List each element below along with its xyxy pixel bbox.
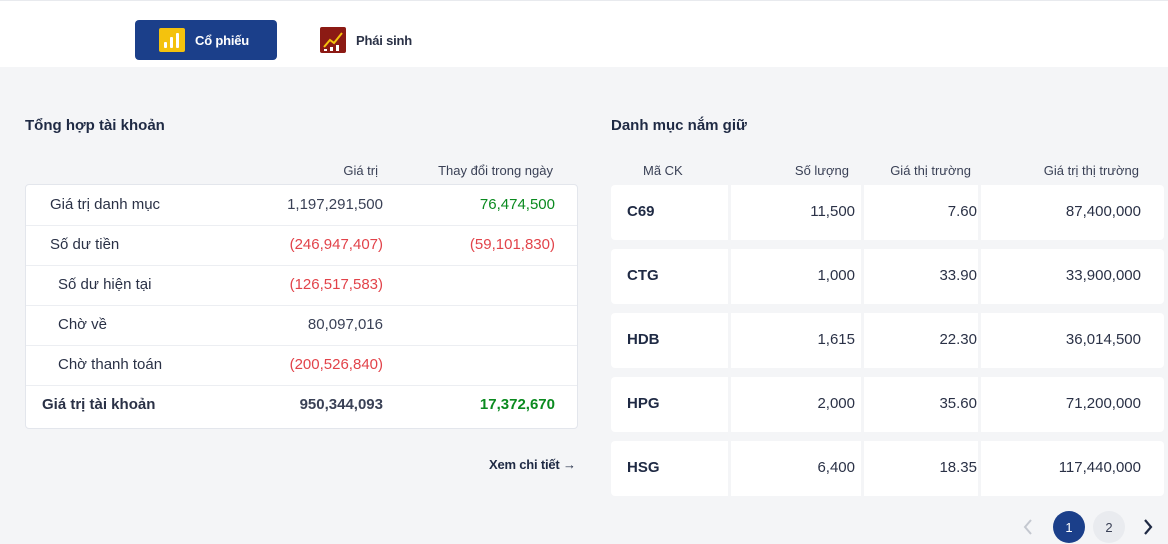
summary-col-change: Thay đổi trong ngày: [438, 163, 553, 178]
holdings-title: Danh mục nắm giữ: [611, 117, 747, 134]
row-label: Giá trị tài khoản: [42, 396, 156, 413]
tab-stocks-label: Cổ phiếu: [195, 32, 250, 48]
summary-row-cash-balance: Số dư tiền (246,947,407) (59,101,830): [26, 225, 577, 266]
holding-market-value: 87,400,000: [1065, 203, 1141, 220]
view-details-label: Xem chi tiết: [489, 457, 560, 472]
row-value: 80,097,016: [307, 316, 383, 333]
holding-price: 22.30: [939, 331, 977, 348]
holding-quantity: 6,400: [817, 459, 855, 476]
row-label: Số dư tiền: [50, 236, 120, 253]
arrow-right-icon: →: [563, 457, 576, 472]
holding-price: 18.35: [939, 459, 977, 476]
row-label: Giá trị danh mục: [50, 196, 161, 213]
tab-stocks[interactable]: Cổ phiếu: [135, 20, 277, 60]
row-label: Số dư hiện tại: [58, 276, 152, 293]
holdings-col-market-price: Giá thị trường: [890, 163, 971, 178]
chevron-right-icon: [1144, 519, 1153, 535]
holding-quantity: 2,000: [817, 395, 855, 412]
holding-row[interactable]: HSG 6,400 18.35 117,440,000: [611, 441, 1164, 496]
page-button-2[interactable]: 2: [1093, 511, 1125, 543]
summary-row-pending-payment: Chờ thanh toán (200,526,840): [26, 345, 577, 386]
holdings-col-quantity: Số lượng: [794, 163, 849, 178]
holding-symbol: HSG: [627, 459, 660, 476]
row-change: 76,474,500: [479, 196, 555, 213]
view-details-link[interactable]: Xem chi tiết →: [489, 457, 576, 472]
top-tab-bar: Cổ phiếu Phái sinh: [0, 0, 1168, 67]
row-change: 17,372,670: [479, 396, 555, 413]
holding-price: 7.60: [947, 203, 977, 220]
holding-symbol: C69: [627, 203, 655, 220]
summary-title: Tổng hợp tài khoản: [25, 117, 165, 134]
tab-derivatives[interactable]: Phái sinh: [320, 20, 412, 60]
holdings-col-market-value: Giá trị thị trường: [1043, 163, 1139, 178]
holding-symbol: HPG: [627, 395, 660, 412]
summary-row-portfolio-value: Giá trị danh mục 1,197,291,500 76,474,50…: [26, 185, 577, 226]
holdings-col-symbol: Mã CK: [643, 163, 683, 178]
prev-page-button[interactable]: [1022, 518, 1034, 541]
holding-quantity: 1,615: [817, 331, 855, 348]
summary-row-account-value: Giá trị tài khoản 950,344,093 17,372,670: [26, 385, 577, 425]
summary-row-pending-receive: Chờ về 80,097,016: [26, 305, 577, 346]
row-value: 1,197,291,500: [287, 196, 383, 213]
row-value: (246,947,407): [289, 236, 383, 253]
holding-symbol: HDB: [627, 331, 660, 348]
row-label: Chờ về: [58, 316, 108, 333]
row-value: (126,517,583): [289, 276, 383, 293]
summary-col-value: Giá trị: [343, 163, 378, 178]
chevron-left-icon: [1023, 519, 1032, 535]
holding-market-value: 71,200,000: [1065, 395, 1141, 412]
holding-quantity: 11,500: [810, 203, 855, 220]
account-summary-table: Giá trị danh mục 1,197,291,500 76,474,50…: [25, 184, 578, 429]
holding-market-value: 33,900,000: [1065, 267, 1141, 284]
holding-row[interactable]: C69 11,500 7.60 87,400,000: [611, 185, 1164, 240]
stock-chart-icon: [159, 28, 185, 52]
holding-row[interactable]: CTG 1,000 33.90 33,900,000: [611, 249, 1164, 304]
holding-market-value: 117,440,000: [1058, 459, 1141, 476]
summary-row-current-balance: Số dư hiện tại (126,517,583): [26, 265, 577, 306]
holding-row[interactable]: HPG 2,000 35.60 71,200,000: [611, 377, 1164, 432]
holding-market-value: 36,014,500: [1065, 331, 1141, 348]
holding-price: 35.60: [939, 395, 977, 412]
next-page-button[interactable]: [1142, 518, 1154, 541]
holding-price: 33.90: [939, 267, 977, 284]
row-change: (59,101,830): [469, 236, 555, 253]
derivative-chart-icon: [320, 27, 346, 53]
page-button-1[interactable]: 1: [1053, 511, 1085, 543]
holding-row[interactable]: HDB 1,615 22.30 36,014,500: [611, 313, 1164, 368]
tab-derivatives-label: Phái sinh: [356, 32, 412, 48]
row-value: (200,526,840): [289, 356, 383, 373]
row-value: 950,344,093: [299, 396, 383, 413]
holding-quantity: 1,000: [817, 267, 855, 284]
row-label: Chờ thanh toán: [58, 356, 163, 373]
holding-symbol: CTG: [627, 267, 659, 284]
